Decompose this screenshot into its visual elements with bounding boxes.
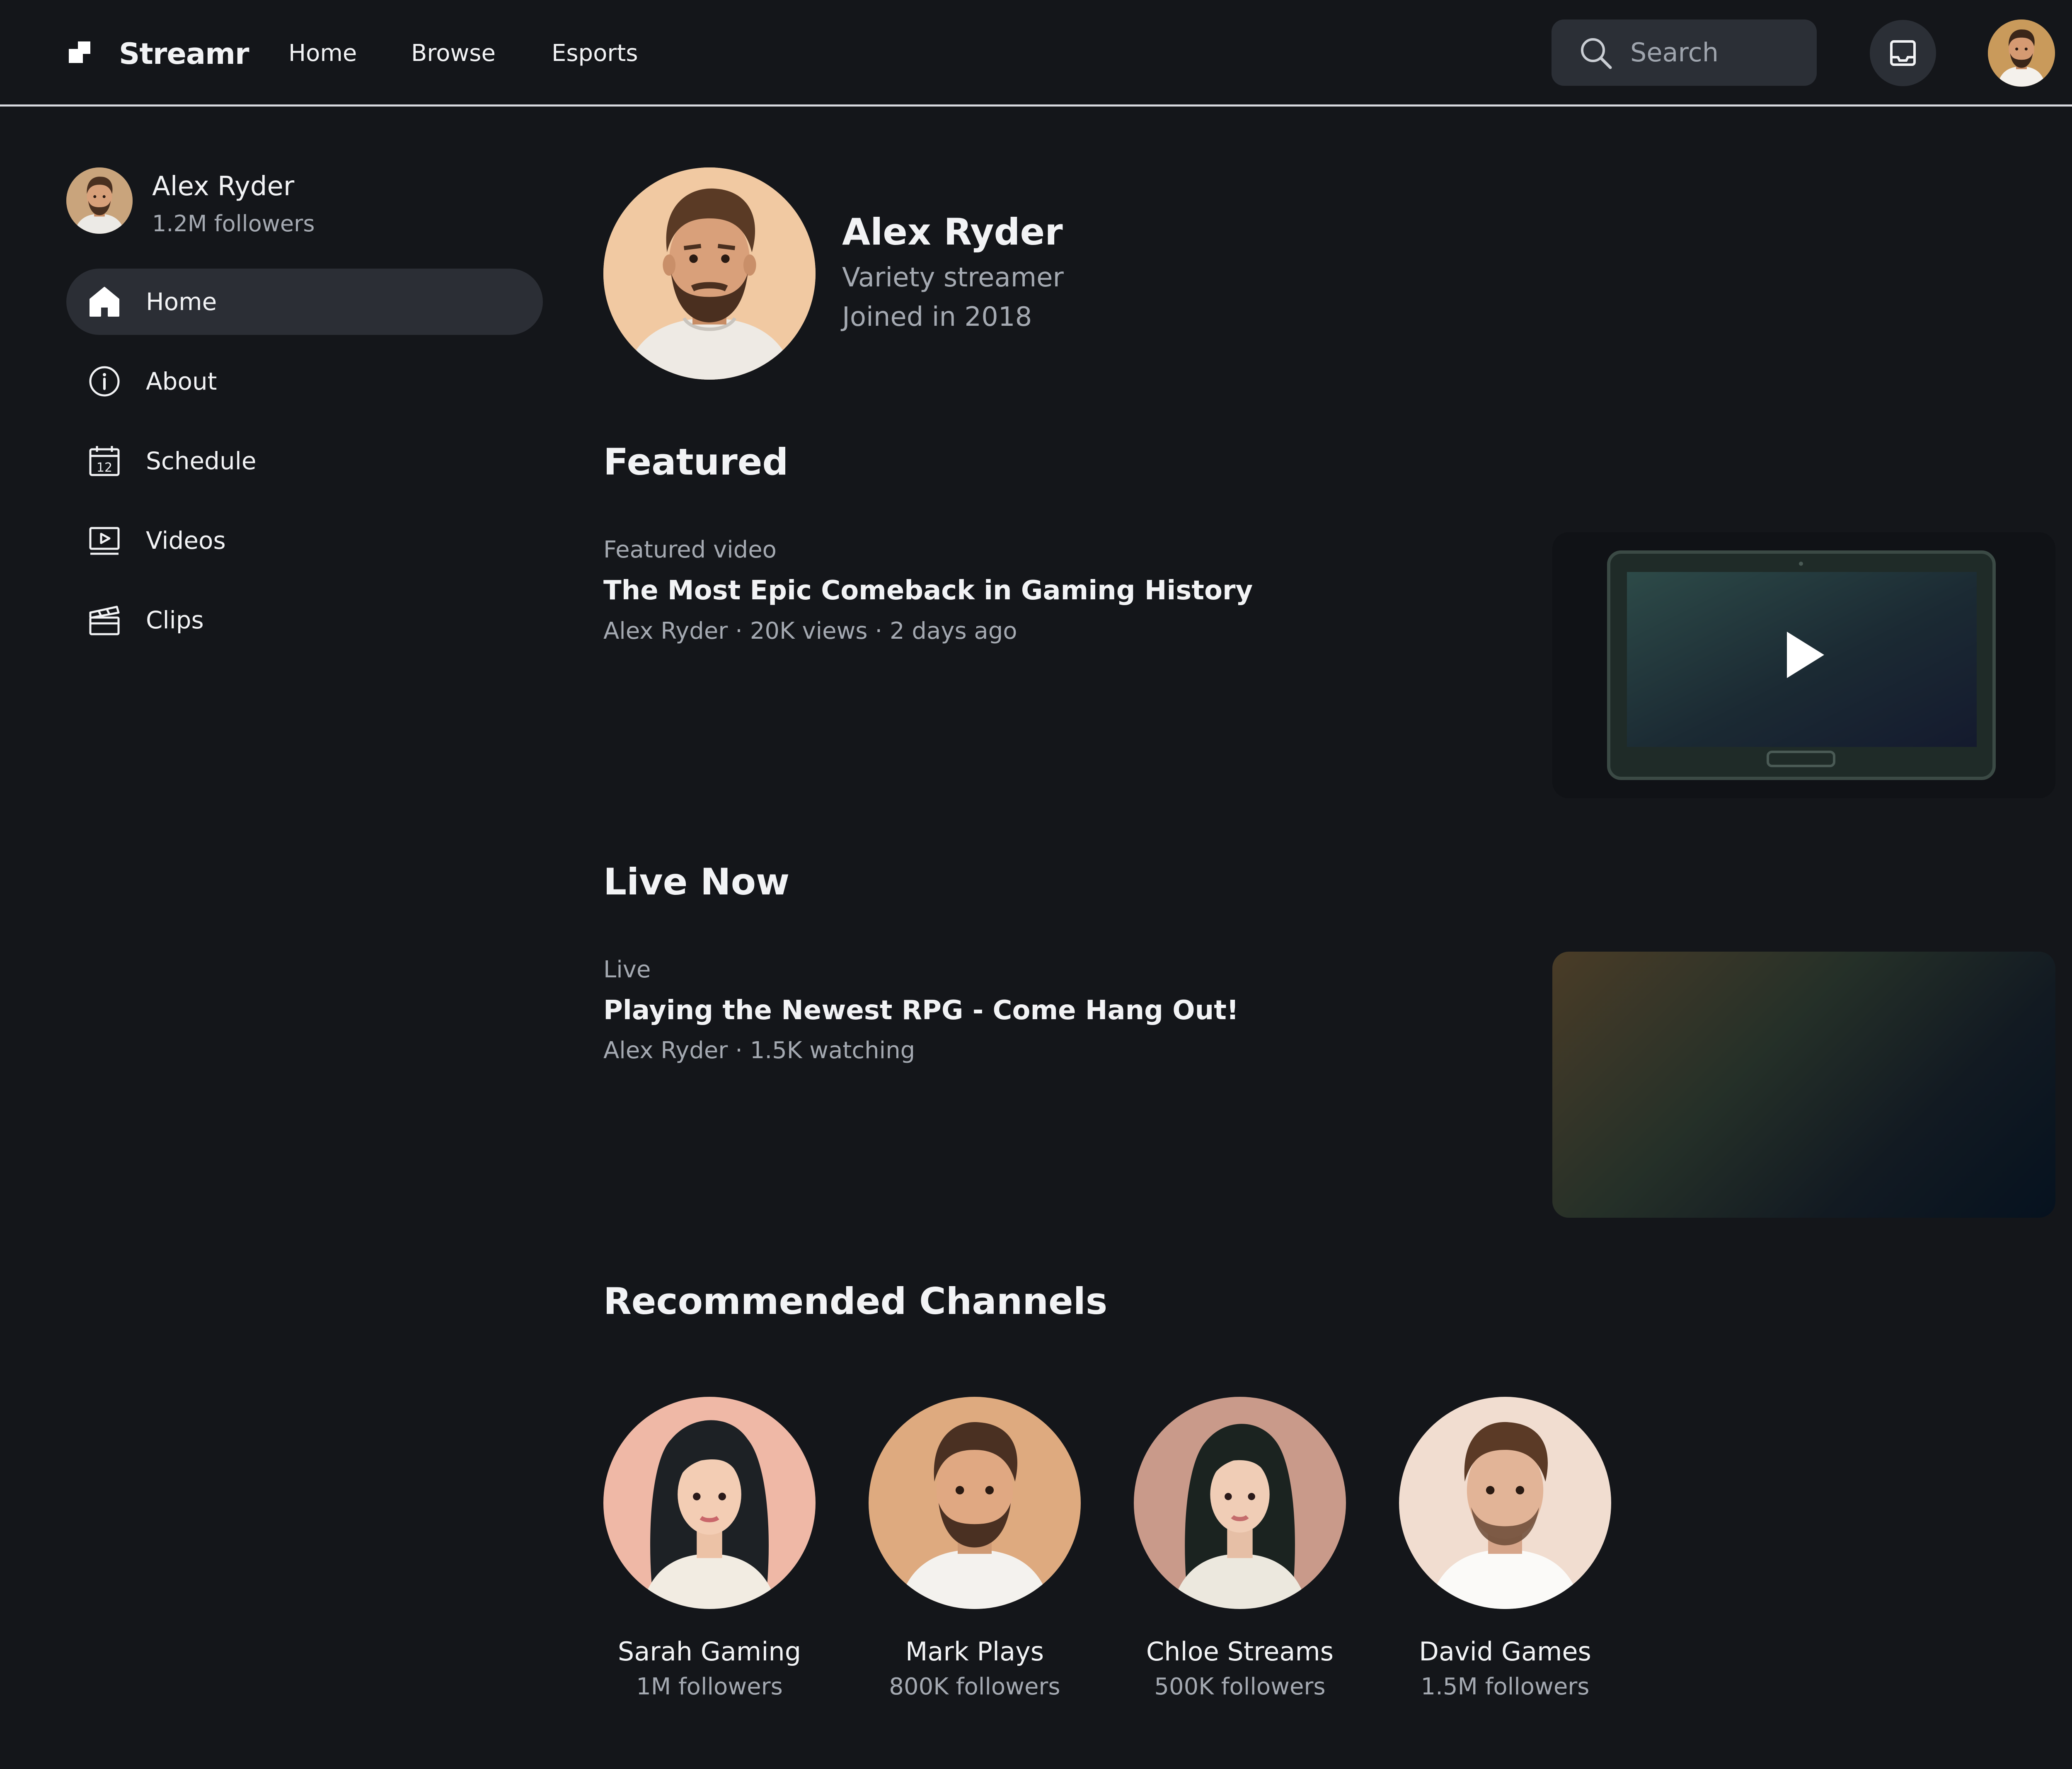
channel-card-name: Sarah Gaming (617, 1636, 801, 1667)
profile-name: Alex Ryder (842, 211, 1063, 253)
inbox-icon (1890, 40, 1916, 66)
featured-video-meta: Alex Ryder · 20K views · 2 days ago (603, 618, 1017, 645)
channel-card-followers: 500K followers (1154, 1673, 1326, 1700)
channel-card-avatar[interactable] (1134, 1397, 1346, 1609)
sidebar-item-label: Home (146, 288, 217, 316)
nav-link-esports[interactable]: Esports (552, 35, 638, 72)
channel-name: Alex Ryder (152, 171, 295, 202)
channel-card[interactable]: Chloe Streams 500K followers (1134, 1397, 1346, 1728)
tablet-screen-image (1552, 532, 2055, 798)
featured-video-title[interactable]: The Most Epic Comeback in Gaming History (603, 572, 1253, 609)
live-section-title: Live Now (603, 860, 790, 903)
profile-joined-date: Joined in 2018 (842, 302, 1032, 332)
recommended-section-title: Recommended Channels (603, 1280, 1108, 1323)
channel-card-avatar[interactable] (869, 1397, 1081, 1609)
nav-link-home[interactable]: Home (288, 35, 357, 72)
user-avatar[interactable] (1988, 19, 2055, 87)
sidebar-item-label: About (146, 367, 217, 395)
featured-video-thumbnail[interactable] (1552, 532, 2055, 798)
channel-card-name: David Games (1419, 1636, 1591, 1667)
top-navigation-bar: Streamr Home Browse Esports Search (0, 0, 2072, 107)
profile-tagline: Variety streamer (842, 262, 1064, 293)
brand-name[interactable]: Streamr (119, 33, 249, 75)
channel-card-name: Chloe Streams (1146, 1636, 1334, 1667)
channel-card[interactable]: Sarah Gaming 1M followers (603, 1397, 816, 1728)
search-input[interactable]: Search (1552, 19, 1817, 86)
profile-avatar (603, 167, 816, 380)
channel-card-followers: 800K followers (889, 1673, 1060, 1700)
clapperboard-icon (89, 606, 120, 635)
channel-avatar[interactable] (66, 167, 133, 234)
live-stream-thumbnail[interactable] (1552, 952, 2055, 1218)
sidebar-item-label: Clips (146, 606, 204, 634)
search-icon (1581, 38, 1612, 69)
channel-card[interactable]: Mark Plays 800K followers (869, 1397, 1081, 1728)
channel-card-avatar[interactable] (1399, 1397, 1611, 1609)
info-icon (89, 366, 120, 397)
channel-card-followers: 1.5M followers (1421, 1673, 1590, 1700)
home-icon (90, 287, 119, 317)
streamr-logo-icon[interactable] (69, 41, 90, 63)
sidebar-item-label: Schedule (146, 447, 257, 475)
search-placeholder: Search (1630, 37, 1719, 68)
featured-section-title: Featured (603, 441, 789, 483)
sidebar-item-home[interactable]: Home (66, 269, 543, 335)
calendar-day: 12 (97, 460, 112, 475)
sidebar-item-clips[interactable]: Clips (66, 587, 543, 653)
sidebar-item-about[interactable]: About (66, 348, 543, 414)
sidebar-item-videos[interactable]: Videos (66, 507, 543, 574)
video-icon (89, 527, 120, 555)
featured-kicker: Featured video (603, 536, 777, 563)
channel-card[interactable]: David Games 1.5M followers (1399, 1397, 1611, 1728)
calendar-icon: 12 (89, 446, 120, 476)
live-kicker: Live (603, 956, 651, 983)
sidebar-item-schedule[interactable]: 12 Schedule (66, 428, 543, 494)
channel-follower-count: 1.2M followers (152, 211, 315, 237)
sidebar-item-label: Videos (146, 526, 226, 555)
inbox-button[interactable] (1870, 20, 1936, 86)
nav-link-browse[interactable]: Browse (411, 35, 496, 72)
channel-card-name: Mark Plays (905, 1636, 1044, 1667)
channel-card-avatar[interactable] (603, 1397, 816, 1609)
live-stream-meta: Alex Ryder · 1.5K watching (603, 1037, 915, 1064)
channel-card-followers: 1M followers (636, 1673, 783, 1700)
live-stream-title[interactable]: Playing the Newest RPG - Come Hang Out! (603, 992, 1239, 1029)
